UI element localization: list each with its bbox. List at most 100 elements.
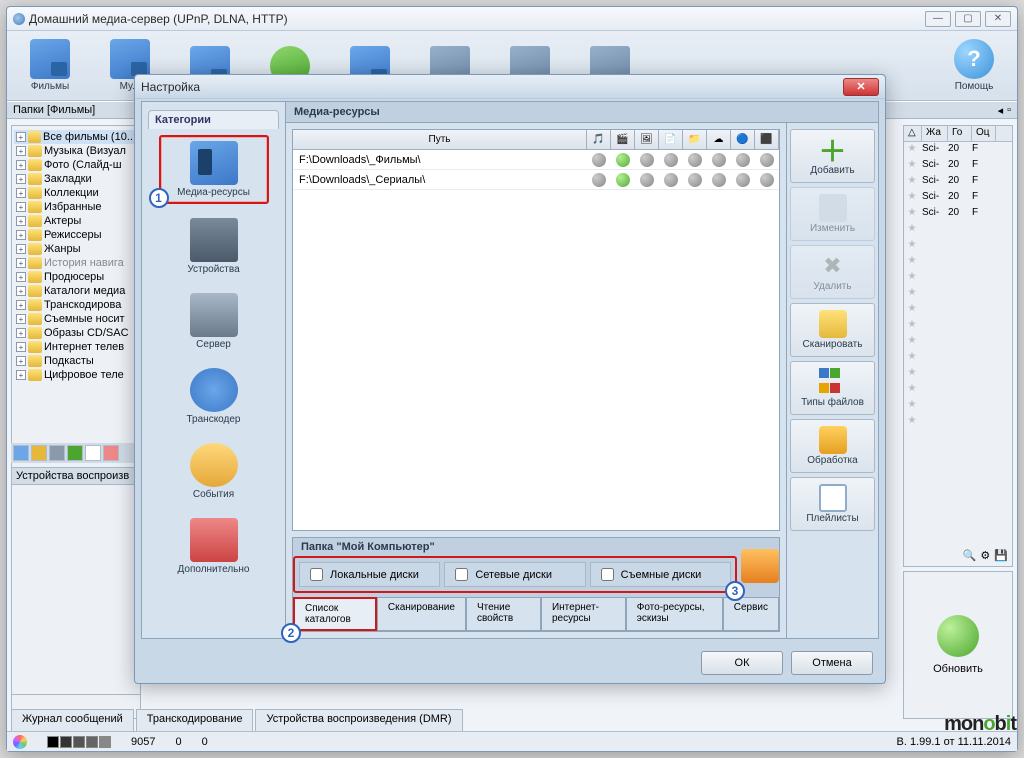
tree-expand-icon[interactable]: + [16, 174, 26, 184]
paths-grid[interactable]: Путь 🎵🎬🖼📄📁☁🔵⬛ F:\Downloads\_Фильмы\F:\Do… [292, 129, 780, 531]
tree-item[interactable]: +Продюсеры [14, 270, 138, 284]
tree-item[interactable]: +Транскодирова [14, 298, 138, 312]
tree-item[interactable]: +Цифровое теле [14, 368, 138, 382]
tree-item[interactable]: +Режиссеры [14, 228, 138, 242]
tb-movies[interactable]: Фильмы [17, 37, 83, 94]
main-titlebar[interactable]: Домашний медиа-сервер (UPnP, DLNA, HTTP)… [7, 7, 1017, 31]
tree-item[interactable]: +Каталоги медиа [14, 284, 138, 298]
settings-titlebar[interactable]: Настройка ✕ [135, 75, 885, 99]
ltab-scanning[interactable]: Сканирование [377, 597, 466, 631]
mini-btn-5[interactable] [85, 445, 101, 461]
tree-expand-icon[interactable]: + [16, 188, 26, 198]
maximize-button[interactable]: ▢ [955, 11, 981, 27]
tree-item[interactable]: +Образы CD/SAC [14, 326, 138, 340]
btn-add[interactable]: ＋Добавить [790, 129, 875, 183]
tree-expand-icon[interactable]: + [16, 342, 26, 352]
grid-columns[interactable]: △ Жа Го Оц [904, 126, 1012, 142]
grid-row[interactable]: ★Sci-20F [904, 206, 1012, 222]
path-row[interactable]: F:\Downloads\_Фильмы\ [293, 150, 779, 170]
btn-edit[interactable]: Изменить [790, 187, 875, 241]
mini-btn-6[interactable] [103, 445, 119, 461]
tree-item[interactable]: +История навига [14, 256, 138, 270]
tree-expand-icon[interactable]: + [16, 216, 26, 226]
tree-expand-icon[interactable]: + [16, 272, 26, 282]
grid-row[interactable]: ★Sci-20F [904, 190, 1012, 206]
ltab-catalog-list[interactable]: Список каталогов 2 [293, 597, 377, 631]
tab-transcode[interactable]: Транскодирование [136, 709, 254, 731]
tree-item[interactable]: +Жанры [14, 242, 138, 256]
bar-close-icon[interactable]: ▫ [1007, 104, 1011, 116]
tree-mini-toolbar [11, 443, 139, 463]
mini-btn-3[interactable] [49, 445, 65, 461]
star-icon: ★ [904, 190, 920, 205]
rm-2[interactable]: ⚙ [980, 549, 990, 562]
tree-item[interactable]: +Подкасты [14, 354, 138, 368]
category-tab[interactable]: Категории [148, 110, 279, 129]
tree-item[interactable]: +Закладки [14, 172, 138, 186]
cat-devices[interactable]: Устройства [159, 214, 269, 279]
cat-extra[interactable]: Дополнительно [159, 514, 269, 579]
mini-btn-2[interactable] [31, 445, 47, 461]
btn-file-types[interactable]: Типы файлов [790, 361, 875, 415]
ltab-service[interactable]: Сервис [723, 597, 779, 631]
btn-delete[interactable]: ✖Удалить [790, 245, 875, 299]
tree-expand-icon[interactable]: + [16, 370, 26, 380]
btn-processing[interactable]: Обработка [790, 419, 875, 473]
mini-btn-1[interactable] [13, 445, 29, 461]
tree-item[interactable]: +Музыка (Визуал [14, 144, 138, 158]
grid-row[interactable]: ★Sci-20F [904, 158, 1012, 174]
tab-dmr[interactable]: Устройства воспроизведения (DMR) [255, 709, 462, 731]
tree-expand-icon[interactable]: + [16, 258, 26, 268]
path-row[interactable]: F:\Downloads\_Сериалы\ [293, 170, 779, 190]
rm-1[interactable]: 🔍 [963, 549, 977, 562]
tree-expand-icon[interactable]: + [16, 328, 26, 338]
folder-icon [28, 257, 42, 269]
tree-item[interactable]: +Съемные носит [14, 312, 138, 326]
cat-events[interactable]: События [159, 439, 269, 504]
users-icon[interactable] [741, 549, 779, 583]
tree-expand-icon[interactable]: + [16, 314, 26, 324]
settings-close-button[interactable]: ✕ [843, 78, 879, 96]
check-removable-disks[interactable]: Съемные диски [590, 562, 731, 587]
additional-icon [190, 518, 238, 562]
check-local-disks[interactable]: Локальные диски [299, 562, 440, 587]
tree-expand-icon[interactable]: + [16, 132, 26, 142]
btn-ok[interactable]: ОК [701, 651, 783, 675]
tree-expand-icon[interactable]: + [16, 146, 26, 156]
tree-expand-icon[interactable]: + [16, 230, 26, 240]
tree-item[interactable]: +Актеры [14, 214, 138, 228]
tree-item[interactable]: +Избранные [14, 200, 138, 214]
ltab-read-props[interactable]: Чтение свойств [466, 597, 541, 631]
tree-expand-icon[interactable]: + [16, 300, 26, 310]
check-network-disks[interactable]: Сетевые диски [444, 562, 585, 587]
grid-row[interactable]: ★Sci-20F [904, 174, 1012, 190]
tb-help[interactable]: ?Помощь [941, 37, 1007, 94]
tree-expand-icon[interactable]: + [16, 244, 26, 254]
cat-transcoder[interactable]: Транскодер [159, 364, 269, 429]
tree-expand-icon[interactable]: + [16, 202, 26, 212]
btn-playlists[interactable]: Плейлисты [790, 477, 875, 531]
tree-item[interactable]: +Коллекции [14, 186, 138, 200]
ltab-internet[interactable]: Интернет-ресурсы [541, 597, 626, 631]
star-icon: ★ [904, 174, 920, 189]
mini-btn-4[interactable] [67, 445, 83, 461]
cat-server[interactable]: Сервер [159, 289, 269, 354]
refresh-icon[interactable] [937, 615, 979, 657]
grid-row[interactable]: ★Sci-20F [904, 142, 1012, 158]
tree-expand-icon[interactable]: + [16, 286, 26, 296]
rm-3[interactable]: 💾 [994, 549, 1008, 562]
tree-item[interactable]: +Фото (Слайд-ш [14, 158, 138, 172]
tree-expand-icon[interactable]: + [16, 160, 26, 170]
tree-item[interactable]: +Все фильмы (10... [14, 130, 138, 144]
tab-log[interactable]: Журнал сообщений [11, 709, 134, 731]
watermark-logo: monobit [944, 713, 1016, 736]
btn-cancel[interactable]: Отмена [791, 651, 873, 675]
minimize-button[interactable]: — [925, 11, 951, 27]
tree-item[interactable]: +Интернет телев [14, 340, 138, 354]
bar-pin-icon[interactable]: ◂ [998, 104, 1004, 116]
cat-media-resources[interactable]: Медиа-ресурсы 1 [159, 135, 269, 204]
btn-scan[interactable]: Сканировать [790, 303, 875, 357]
tree-expand-icon[interactable]: + [16, 356, 26, 366]
close-button[interactable]: ✕ [985, 11, 1011, 27]
ltab-photo-thumbs[interactable]: Фото-ресурсы, эскизы [626, 597, 723, 631]
